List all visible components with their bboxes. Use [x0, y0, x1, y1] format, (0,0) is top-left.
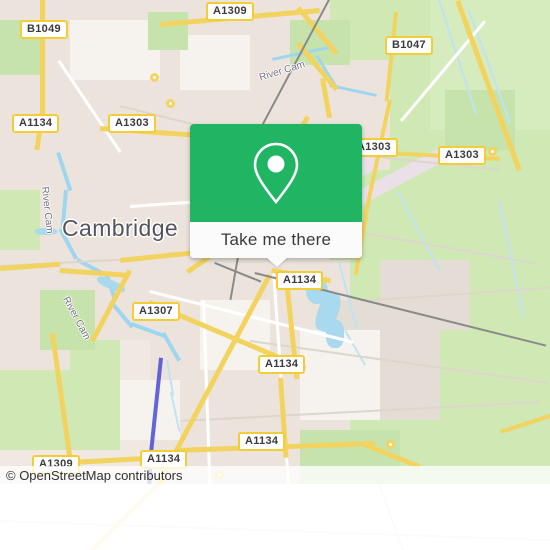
- road-shield: A1303: [438, 146, 486, 165]
- landuse-light: [180, 35, 250, 90]
- road-shield: B1049: [20, 20, 68, 39]
- landuse-wood: [445, 90, 515, 150]
- road-shield: B1047: [385, 36, 433, 55]
- card-cta-area[interactable]: Take me there: [190, 222, 362, 258]
- road-shield: A1134: [12, 114, 60, 133]
- take-me-there-card[interactable]: Take me there: [190, 124, 362, 258]
- card-cta-label: Take me there: [220, 230, 332, 249]
- road-shield: A1134: [258, 355, 306, 374]
- roundabout: [166, 99, 175, 108]
- road-shield: A1134: [276, 271, 324, 290]
- osm-attribution: © OpenStreetMap contributors: [0, 466, 550, 484]
- road-shield: A1307: [132, 302, 180, 321]
- card-pointer-tail: [266, 257, 288, 267]
- footer-bar: Bee Mobile, East Anglia moovit: [0, 484, 550, 550]
- landuse-light: [70, 20, 160, 80]
- roundabout: [386, 440, 395, 449]
- road-shield: A1303: [108, 114, 156, 133]
- roundabout: [488, 147, 497, 156]
- road-shield: A1309: [206, 2, 254, 21]
- road-B1049: [40, 0, 45, 120]
- map-share-card: River Cam River Cam River Cam Cambridge A1…: [0, 0, 550, 550]
- roundabout: [150, 73, 159, 82]
- map-pin-icon: [253, 142, 299, 205]
- road-shield: A1134: [238, 432, 286, 451]
- place-label: Cambridge: [62, 215, 179, 241]
- card-pin-area: [190, 124, 362, 222]
- landuse-wood: [148, 12, 188, 50]
